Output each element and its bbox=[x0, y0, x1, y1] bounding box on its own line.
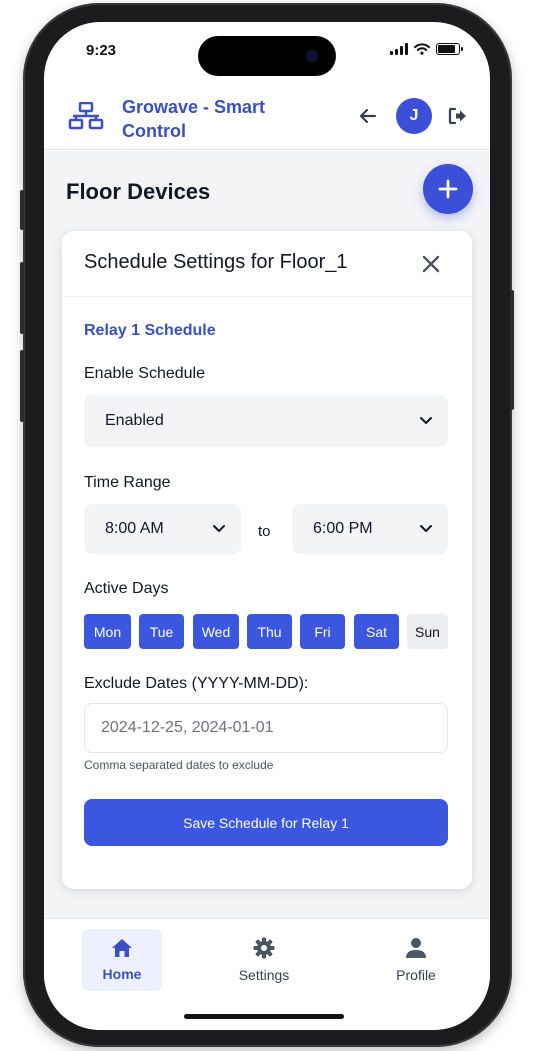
schedule-settings-modal: Schedule Settings for Floor_1 Relay 1 Sc… bbox=[62, 231, 472, 889]
battery-icon bbox=[436, 43, 463, 55]
day-toggle-wed[interactable]: Wed bbox=[193, 614, 239, 649]
nav-item-settings[interactable]: Settings bbox=[224, 929, 304, 991]
chevron-down-icon bbox=[420, 525, 432, 532]
content-area: Floor Devices Schedule Settings for Floo… bbox=[44, 151, 490, 918]
network-logo-icon bbox=[68, 102, 104, 130]
logout-icon bbox=[448, 107, 466, 125]
exclude-dates-placeholder: 2024-12-25, 2024-01-01 bbox=[101, 719, 274, 736]
phone-screen: 9:23 Growave - Smart Control J Floor Dev… bbox=[44, 22, 490, 1030]
page-title: Floor Devices bbox=[66, 179, 211, 204]
enable-schedule-select[interactable]: Enabled bbox=[84, 395, 448, 447]
time-range-separator: to bbox=[258, 523, 271, 540]
add-device-button[interactable] bbox=[423, 164, 473, 214]
status-time: 9:23 bbox=[86, 42, 117, 59]
close-icon bbox=[422, 255, 440, 273]
side-button bbox=[510, 290, 514, 410]
start-time-select[interactable]: 8:00 AM bbox=[84, 504, 241, 554]
nav-label-profile: Profile bbox=[396, 967, 436, 983]
user-icon bbox=[406, 938, 426, 958]
side-button bbox=[20, 262, 24, 334]
status-icons bbox=[390, 43, 463, 55]
home-indicator bbox=[184, 1014, 344, 1019]
section-title: Relay 1 Schedule bbox=[84, 322, 216, 339]
back-button[interactable] bbox=[356, 104, 380, 128]
nav-item-home[interactable]: Home bbox=[82, 929, 162, 991]
app-header: Growave - Smart Control J bbox=[44, 84, 490, 150]
active-days-label: Active Days bbox=[84, 580, 169, 597]
exclude-dates-input[interactable]: 2024-12-25, 2024-01-01 bbox=[84, 703, 448, 753]
nav-label-settings: Settings bbox=[238, 967, 290, 983]
day-toggle-thu[interactable]: Thu bbox=[247, 614, 292, 649]
save-schedule-button[interactable]: Save Schedule for Relay 1 bbox=[84, 799, 448, 846]
end-time-value: 6:00 PM bbox=[313, 520, 373, 537]
arrow-left-icon bbox=[359, 108, 377, 124]
avatar[interactable]: J bbox=[396, 98, 432, 134]
nav-item-profile[interactable]: Profile bbox=[376, 929, 456, 991]
home-icon bbox=[112, 939, 132, 957]
chevron-down-icon bbox=[420, 417, 432, 424]
time-range-label: Time Range bbox=[84, 474, 171, 491]
start-time-value: 8:00 AM bbox=[105, 520, 164, 537]
enable-schedule-value: Enabled bbox=[105, 412, 164, 429]
nav-label-home: Home bbox=[102, 966, 142, 982]
chevron-down-icon bbox=[213, 525, 225, 532]
logout-button[interactable] bbox=[446, 104, 470, 128]
app-title: Growave - Smart Control bbox=[122, 97, 266, 141]
day-toggle-mon[interactable]: Mon bbox=[84, 614, 131, 649]
wifi-icon bbox=[414, 43, 430, 55]
signal-icon bbox=[390, 43, 408, 55]
side-button bbox=[20, 350, 24, 422]
end-time-select[interactable]: 6:00 PM bbox=[292, 504, 448, 554]
modal-title: Schedule Settings for Floor_1 bbox=[84, 251, 348, 273]
exclude-dates-label: Exclude Dates (YYYY-MM-DD): bbox=[84, 675, 309, 692]
modal-header: Schedule Settings for Floor_1 bbox=[62, 231, 472, 297]
enable-schedule-label: Enable Schedule bbox=[84, 365, 205, 382]
plus-icon bbox=[438, 179, 458, 199]
close-button[interactable] bbox=[418, 251, 444, 277]
status-bar: 9:23 bbox=[44, 22, 490, 74]
day-toggle-sun[interactable]: Sun bbox=[407, 614, 448, 649]
day-toggle-tue[interactable]: Tue bbox=[139, 614, 184, 649]
day-toggle-fri[interactable]: Fri bbox=[300, 614, 345, 649]
exclude-dates-helper: Comma separated dates to exclude bbox=[84, 758, 274, 772]
side-button bbox=[20, 190, 24, 230]
gear-icon bbox=[253, 937, 275, 959]
day-toggle-sat[interactable]: Sat bbox=[354, 614, 399, 649]
